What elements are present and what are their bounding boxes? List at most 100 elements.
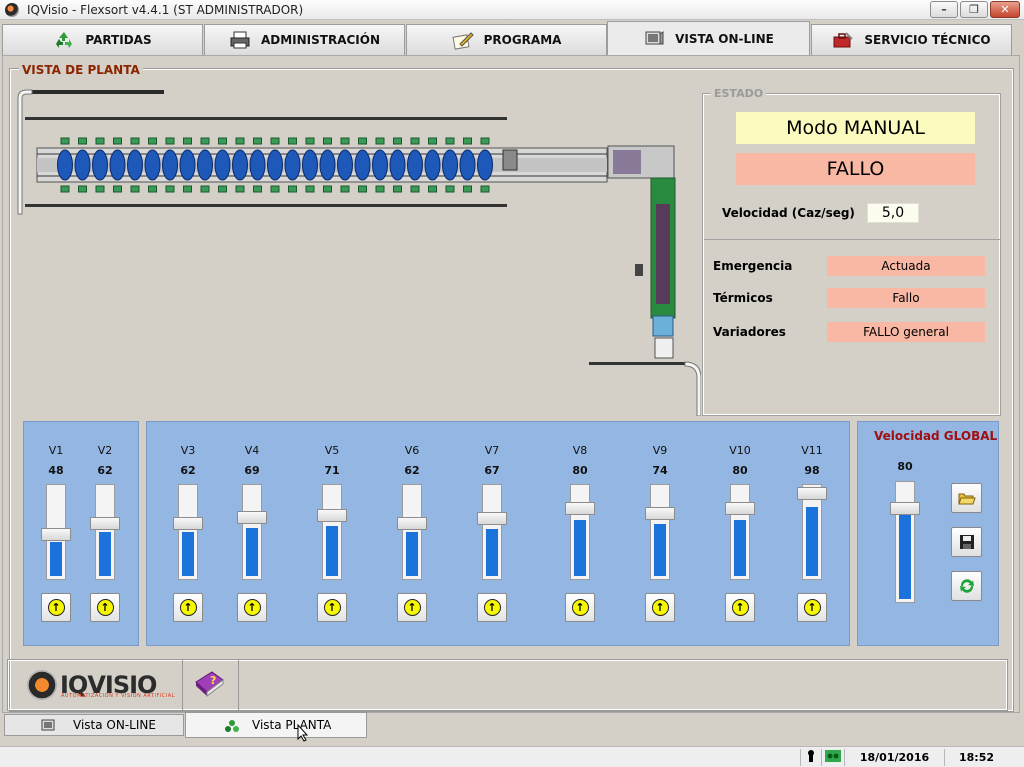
ejector-nozzle [253,137,262,145]
sorter-cup [74,149,91,181]
valve-slider[interactable] [725,484,755,580]
sorter-cup [354,149,371,181]
logo-subtitle: AUTOMATIZACIÓN Y VISIÓN ARTIFICIAL [61,693,175,699]
subtab-vista-planta[interactable]: Vista PLANTA [185,712,367,738]
ejector-nozzle [393,137,402,145]
monitor-icon [41,719,55,731]
slider-thumb[interactable] [565,502,595,515]
valve-up-button[interactable]: ↑ [173,593,203,622]
arrow-up-icon: ↑ [651,599,669,616]
valve-slider[interactable] [797,484,827,580]
app-icon [5,2,19,17]
ejector-nozzle [60,185,70,193]
valve-slider[interactable] [565,484,595,580]
ejector-nozzle [428,137,437,145]
slider-fill [50,542,62,576]
refresh-button[interactable] [951,571,982,601]
valve-up-button[interactable]: ↑ [317,593,347,622]
arrow-up-icon: ↑ [803,599,821,616]
valve-slider[interactable] [317,484,347,580]
slider-thumb[interactable] [90,517,120,530]
valve-label: V11 [801,444,823,457]
sorter-cup [302,149,318,181]
slider-thumb[interactable] [725,502,755,515]
slider-thumb[interactable] [237,511,267,524]
ejector-nozzle [358,137,367,145]
slider-thumb[interactable] [797,487,827,500]
status-date: 18/01/2016 [844,749,944,766]
valve-slider[interactable] [237,484,267,580]
sorter-cup [92,149,108,181]
valve-slider[interactable] [477,484,507,580]
tab-partidas[interactable]: PARTIDAS [2,24,203,55]
valve-slider[interactable] [645,484,675,580]
entry-chute [17,89,33,215]
minimize-button[interactable]: – [930,1,958,18]
valve-up-button[interactable]: ↑ [565,593,595,622]
thermal-label: Térmicos [713,291,773,305]
sorter-cup [477,149,493,181]
tab-label: SERVICIO TÉCNICO [864,33,991,47]
tab-programa[interactable]: PROGRAMA [406,24,607,55]
tab-servicio-tecnico[interactable]: SERVICIO TÉCNICO [811,24,1012,55]
vertical-belt [656,204,670,304]
valve-slider[interactable] [397,484,427,580]
valve-up-button[interactable]: ↑ [725,593,755,622]
valve-up-button[interactable]: ↑ [645,593,675,622]
ejector-nozzle [410,185,420,193]
sorter-cups [57,149,493,181]
ejector-nozzle [130,185,140,193]
close-button[interactable]: ✕ [990,1,1020,18]
maximize-button[interactable]: ❐ [960,1,988,18]
slider-thumb[interactable] [890,502,920,515]
valve-value: 71 [324,464,340,477]
ejector-nozzle [305,185,315,193]
ejector-nozzle [463,185,472,193]
ejector-nozzle [393,185,402,193]
sorter-cup [424,149,441,181]
save-button[interactable] [951,527,982,557]
valve-up-button[interactable]: ↑ [397,593,427,622]
global-speed-slider[interactable] [890,481,920,603]
svg-text:?: ? [210,674,216,687]
recycle-icon [225,720,239,732]
slider-thumb[interactable] [477,512,507,525]
valve-slider[interactable] [41,484,71,580]
valve-value: 62 [97,464,113,477]
ejector-nozzle [113,137,122,145]
ejector-nozzle [95,185,105,193]
title-bar: IQVisio - Flexsort v4.4.1 (ST ADMINISTRA… [0,0,1024,20]
valve-up-button[interactable]: ↑ [41,593,71,622]
valve-value: 67 [484,464,500,477]
valve-up-button[interactable]: ↑ [237,593,267,622]
speed-value: 5,0 [867,203,919,223]
valve-slider[interactable] [90,484,120,580]
window-title: IQVisio - Flexsort v4.4.1 (ST ADMINISTRA… [27,2,304,17]
slider-thumb[interactable] [41,528,71,541]
estado-title: ESTADO [711,87,767,100]
slider-thumb[interactable] [645,507,675,520]
ejector-nozzle [288,137,297,145]
tab-vista-online[interactable]: VISTA ON-LINE [607,21,810,55]
tab-administracion[interactable]: ADMINISTRACIÓN [204,24,405,55]
valve-up-button[interactable]: ↑ [90,593,120,622]
estado-divider [704,239,1000,240]
subtab-vista-online[interactable]: Vista ON-LINE [4,714,184,736]
help-book-icon[interactable]: ? [192,668,226,700]
mouse-cursor [297,724,309,742]
arrow-up-icon: ↑ [96,599,114,616]
open-button[interactable] [951,483,982,513]
slider-thumb[interactable] [317,509,347,522]
tab-label: VISTA ON-LINE [675,31,774,46]
valve-up-button[interactable]: ↑ [797,593,827,622]
valve-up-button[interactable]: ↑ [477,593,507,622]
valve-label: V7 [484,444,500,457]
ejector-nozzle [480,137,490,145]
status-network-icon [821,749,843,766]
ejector-nozzle [375,185,385,193]
slider-thumb[interactable] [173,517,203,530]
slider-thumb[interactable] [397,517,427,530]
ejector-nozzle [95,137,105,145]
valve-slider[interactable] [173,484,203,580]
valve-label: V9 [652,444,668,457]
